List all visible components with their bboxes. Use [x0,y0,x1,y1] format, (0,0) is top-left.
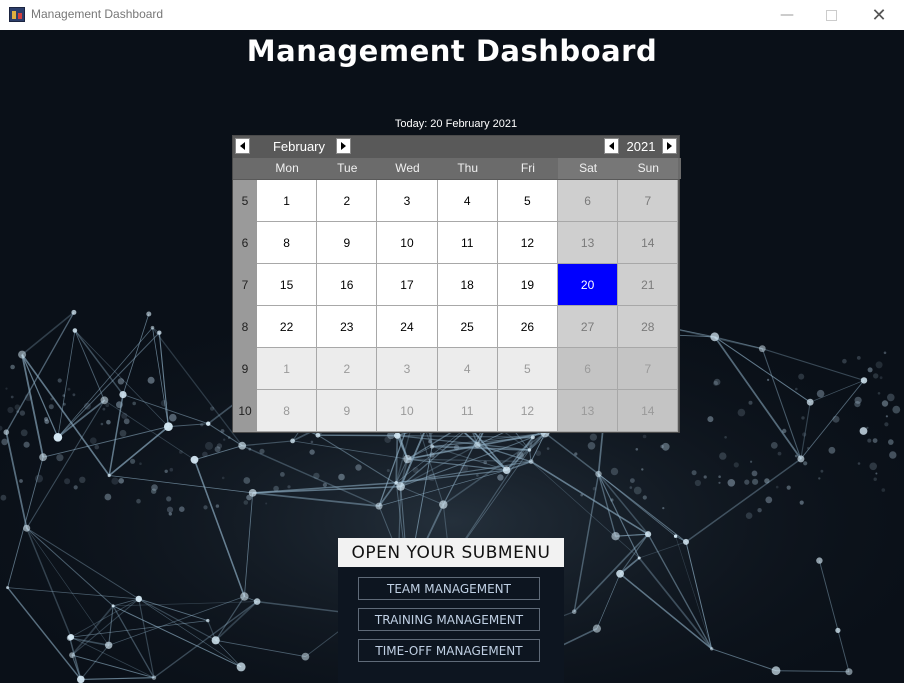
calendar-day[interactable]: 9 [317,222,377,263]
arrow-left-icon [240,142,245,150]
calendar-day[interactable]: 4 [437,180,497,221]
week-number: 6 [233,222,257,264]
arrow-right-icon [341,142,346,150]
calendar-day[interactable]: 1 [257,180,317,221]
window-title: Management Dashboard [31,7,164,21]
weekday-label: Sun [618,158,679,179]
calendar-day[interactable]: 7 [618,180,678,221]
calendar-day[interactable]: 11 [437,222,497,263]
calendar-day[interactable]: 15 [257,264,317,305]
submenu-title: OPEN YOUR SUBMENU [338,538,564,567]
weekday-label: Wed [395,161,420,175]
time-off-management-button[interactable]: TIME-OFF MANAGEMENT [358,639,540,662]
calendar-day[interactable]: 13 [558,222,618,263]
calendar-day[interactable]: 5 [497,348,557,389]
team-management-button[interactable]: TEAM MANAGEMENT [358,577,540,600]
calendar-day[interactable]: 10 [377,390,437,431]
calendar-day[interactable]: 6 [558,348,618,389]
maximize-icon [825,9,837,21]
calendar-day[interactable]: 21 [618,264,678,305]
week-number: 8 [233,306,257,348]
calendar-day[interactable]: 22 [257,306,317,347]
year-label[interactable]: 2021 [621,139,661,154]
calendar-day[interactable]: 8 [257,390,317,431]
calendar-day[interactable]: 14 [618,390,678,431]
week-number: 5 [233,180,257,222]
week-number: 9 [233,348,257,390]
calendar-day-selected[interactable]: 20 [558,264,618,305]
window-titlebar: Management Dashboard — ✕ [0,0,904,30]
calendar-day[interactable]: 24 [377,306,437,347]
calendar-day[interactable]: 9 [317,390,377,431]
calendar-navigation: February 2021 [233,136,681,158]
calendar-day[interactable]: 13 [558,390,618,431]
calendar-day[interactable]: 3 [377,180,437,221]
calendar-day[interactable]: 23 [317,306,377,347]
close-button[interactable]: ✕ [856,0,902,30]
calendar-day[interactable]: 19 [497,264,557,305]
calendar-day[interactable]: 27 [558,306,618,347]
submenu-panel: TEAM MANAGEMENT TRAINING MANAGEMENT TIME-O… [338,567,564,683]
month-label[interactable]: February [259,139,339,154]
calendar-day[interactable]: 8 [257,222,317,263]
calendar-day[interactable]: 2 [317,180,377,221]
calendar-day[interactable]: 1 [257,348,317,389]
weekday-label: Sat [558,158,619,179]
day-grid: 1 2 3 4 5 6 7 8 9 10 11 12 13 14 15 16 17 18 19 20 21 22 23 24 2… [257,180,678,432]
next-year-button[interactable] [662,138,677,154]
week-number: 10 [233,390,257,432]
arrow-left-icon [609,142,614,150]
prev-year-button[interactable] [604,138,619,154]
weekday-label: Fri [520,161,535,175]
calendar-widget: February 2021 Mon Tue Wed Thu Fri Sat Sun 5678… [232,135,681,433]
page-title: Management Dashboard [246,34,658,68]
calendar-day[interactable]: 6 [558,180,618,221]
calendar-day[interactable]: 2 [317,348,377,389]
weekday-label: Thu [457,161,479,175]
prev-month-button[interactable] [235,138,250,154]
next-month-button[interactable] [336,138,351,154]
training-management-button[interactable]: TRAINING MANAGEMENT [358,608,540,631]
calendar-day[interactable]: 25 [437,306,497,347]
calendar-day[interactable]: 5 [497,180,557,221]
calendar-day[interactable]: 26 [497,306,557,347]
maximize-button[interactable] [808,0,854,30]
weekday-label: Mon [275,161,299,175]
weekday-label: Tue [337,161,358,175]
today-label: Today: 20 February 2021 [394,118,518,130]
calendar-day[interactable]: 17 [377,264,437,305]
calendar-day[interactable]: 3 [377,348,437,389]
week-number: 7 [233,264,257,306]
calendar-day[interactable]: 14 [618,222,678,263]
calendar-day[interactable]: 16 [317,264,377,305]
calendar-day[interactable]: 12 [497,222,557,263]
calendar-day[interactable]: 11 [437,390,497,431]
calendar-day[interactable]: 28 [618,306,678,347]
minimize-button[interactable]: — [764,0,810,30]
calendar-day[interactable]: 12 [497,390,557,431]
app-icon [9,7,25,22]
calendar-day[interactable]: 4 [437,348,497,389]
calendar-day[interactable]: 10 [377,222,437,263]
arrow-right-icon [667,142,672,150]
weekday-header: Mon Tue Wed Thu Fri Sat Sun [233,158,681,179]
calendar-day[interactable]: 18 [437,264,497,305]
calendar-day[interactable]: 7 [618,348,678,389]
